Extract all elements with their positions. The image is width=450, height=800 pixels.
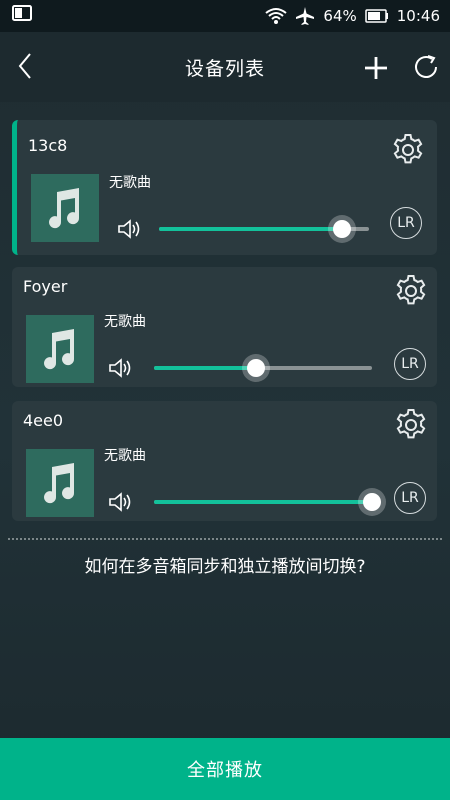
device-settings-button[interactable] xyxy=(390,132,426,168)
chevron-left-icon xyxy=(18,53,31,79)
music-note-icon xyxy=(44,329,75,370)
song-title: 无歌曲 xyxy=(104,448,146,464)
song-title: 无歌曲 xyxy=(109,175,151,191)
play-all-button[interactable]: 全部播放 xyxy=(0,738,450,800)
slider-fill xyxy=(159,227,342,231)
refresh-icon xyxy=(415,55,437,78)
device-name: 4ee0 xyxy=(23,411,64,430)
wifi-icon xyxy=(265,7,288,25)
volume-slider[interactable] xyxy=(154,492,381,512)
back-button[interactable] xyxy=(14,50,40,82)
slider-fill xyxy=(154,500,372,504)
volume-icon[interactable] xyxy=(108,357,134,379)
slider-thumb[interactable] xyxy=(332,220,351,238)
channel-lr-button[interactable]: LR xyxy=(394,482,426,514)
battery-percent: 64% xyxy=(323,7,357,25)
device-settings-button[interactable] xyxy=(393,273,429,309)
header: 设备列表 xyxy=(0,32,450,102)
device-card[interactable]: 13c8 无歌曲 LR xyxy=(12,120,437,255)
music-note-icon xyxy=(49,188,80,229)
slider-thumb[interactable] xyxy=(247,359,266,377)
airplane-icon xyxy=(295,6,315,26)
device-card[interactable]: Foyer 无歌曲 LR xyxy=(12,267,437,387)
battery-icon xyxy=(365,9,389,23)
album-art xyxy=(26,449,94,517)
sync-help-link[interactable]: 如何在多音箱同步和独立播放间切换? xyxy=(0,552,450,577)
channel-lr-button[interactable]: LR xyxy=(390,207,422,239)
song-title: 无歌曲 xyxy=(104,314,146,330)
gear-icon xyxy=(396,275,426,305)
album-art xyxy=(31,174,99,242)
divider xyxy=(8,538,442,540)
volume-slider[interactable] xyxy=(159,219,369,239)
slider-thumb[interactable] xyxy=(363,493,381,511)
gear-icon xyxy=(396,409,426,439)
device-card[interactable]: 4ee0 无歌曲 LR xyxy=(12,401,437,521)
channel-lr-button[interactable]: LR xyxy=(394,348,426,380)
volume-icon[interactable] xyxy=(117,218,143,240)
refresh-button[interactable] xyxy=(412,53,440,81)
page-title: 设备列表 xyxy=(184,57,265,80)
plus-icon xyxy=(365,57,387,79)
add-device-button[interactable] xyxy=(362,54,390,82)
album-art xyxy=(26,315,94,383)
clock: 10:46 xyxy=(396,7,440,25)
status-bar: 64% 10:46 xyxy=(0,0,450,32)
volume-icon[interactable] xyxy=(108,491,134,513)
volume-slider[interactable] xyxy=(154,358,372,378)
device-name: 13c8 xyxy=(28,136,68,155)
gear-icon xyxy=(393,134,423,164)
screen-mirror-icon xyxy=(12,5,32,27)
music-note-icon xyxy=(44,463,75,504)
device-name: Foyer xyxy=(23,277,68,296)
device-settings-button[interactable] xyxy=(393,407,429,443)
slider-fill xyxy=(154,366,257,370)
